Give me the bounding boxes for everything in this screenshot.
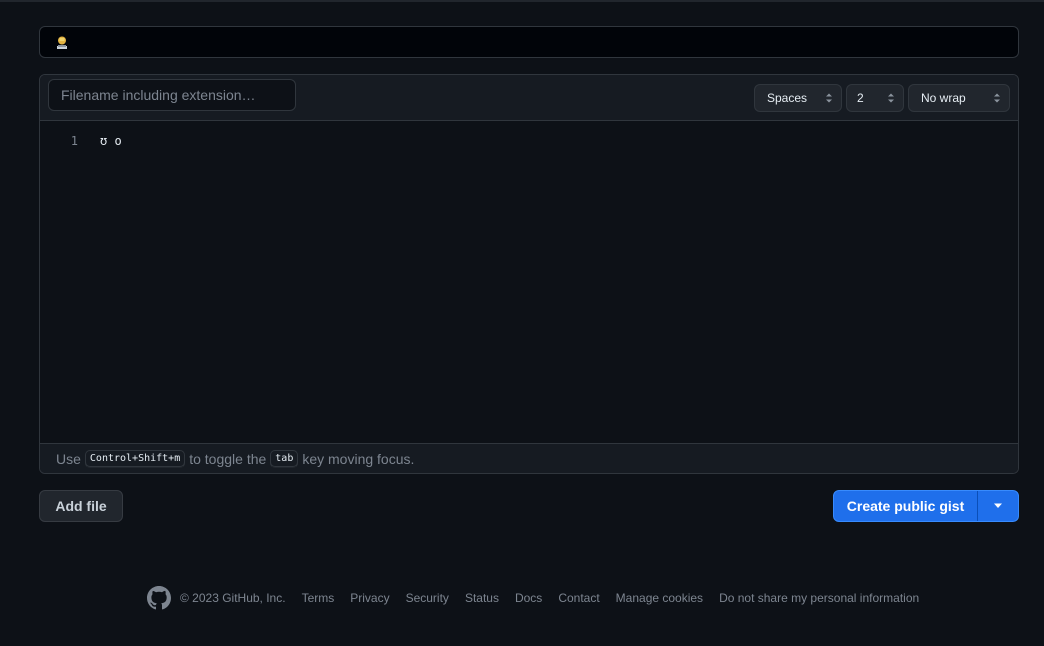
indent-mode-value: Spaces [767, 91, 808, 105]
create-options-dropdown-button[interactable] [978, 491, 1018, 521]
footer-link-docs[interactable]: Docs [515, 591, 542, 605]
site-footer: © 2023 GitHub, Inc. Terms Privacy Securi… [147, 586, 919, 610]
select-chevron-icon [888, 93, 894, 103]
footer-link-privacy[interactable]: Privacy [350, 591, 389, 605]
hint-middle: to toggle the [189, 450, 267, 467]
footer-link-terms[interactable]: Terms [302, 591, 335, 605]
wrap-mode-value: No wrap [921, 91, 966, 105]
create-gist-label: Create public gist [846, 498, 965, 514]
line-number: 1 [70, 134, 78, 148]
editor-hint: Use Control+Shift+m to toggle the tab ke… [40, 443, 1018, 473]
copyright-text: © 2023 GitHub, Inc. [180, 591, 286, 605]
hint-prefix: Use [56, 450, 81, 467]
select-chevron-icon [826, 93, 832, 103]
footer-link-do-not-share[interactable]: Do not share my personal information [719, 591, 919, 605]
avatar-icon [57, 36, 67, 49]
gist-description-field[interactable] [39, 26, 1019, 58]
indent-size-value: 2 [857, 91, 864, 105]
file-editor: Spaces 2 No wrap 1 ʊ o Use Control+Shift… [39, 74, 1019, 474]
add-file-label: Add file [55, 498, 107, 514]
select-chevron-icon [994, 93, 1000, 103]
indent-size-select[interactable]: 2 [846, 84, 904, 112]
github-logo-icon[interactable] [147, 586, 171, 610]
footer-link-contact[interactable]: Contact [558, 591, 599, 605]
create-public-gist-button[interactable]: Create public gist [834, 491, 978, 521]
footer-link-security[interactable]: Security [406, 591, 449, 605]
footer-link-status[interactable]: Status [465, 591, 499, 605]
footer-link-manage-cookies[interactable]: Manage cookies [616, 591, 703, 605]
code-area[interactable]: 1 ʊ o [40, 121, 1018, 443]
tab-key-kbd: tab [270, 449, 299, 468]
editor-header: Spaces 2 No wrap [40, 75, 1018, 121]
hint-suffix: key moving focus. [302, 450, 415, 467]
top-divider [0, 0, 1044, 2]
shortcut-kbd: Control+Shift+m [84, 449, 186, 468]
wrap-mode-select[interactable]: No wrap [908, 84, 1010, 112]
triangle-down-icon [994, 503, 1002, 508]
code-line[interactable]: ʊ o [100, 134, 122, 148]
add-file-button[interactable]: Add file [39, 490, 123, 522]
filename-input[interactable] [48, 79, 296, 111]
indent-mode-select[interactable]: Spaces [754, 84, 842, 112]
create-gist-button-group: Create public gist [833, 490, 1019, 522]
